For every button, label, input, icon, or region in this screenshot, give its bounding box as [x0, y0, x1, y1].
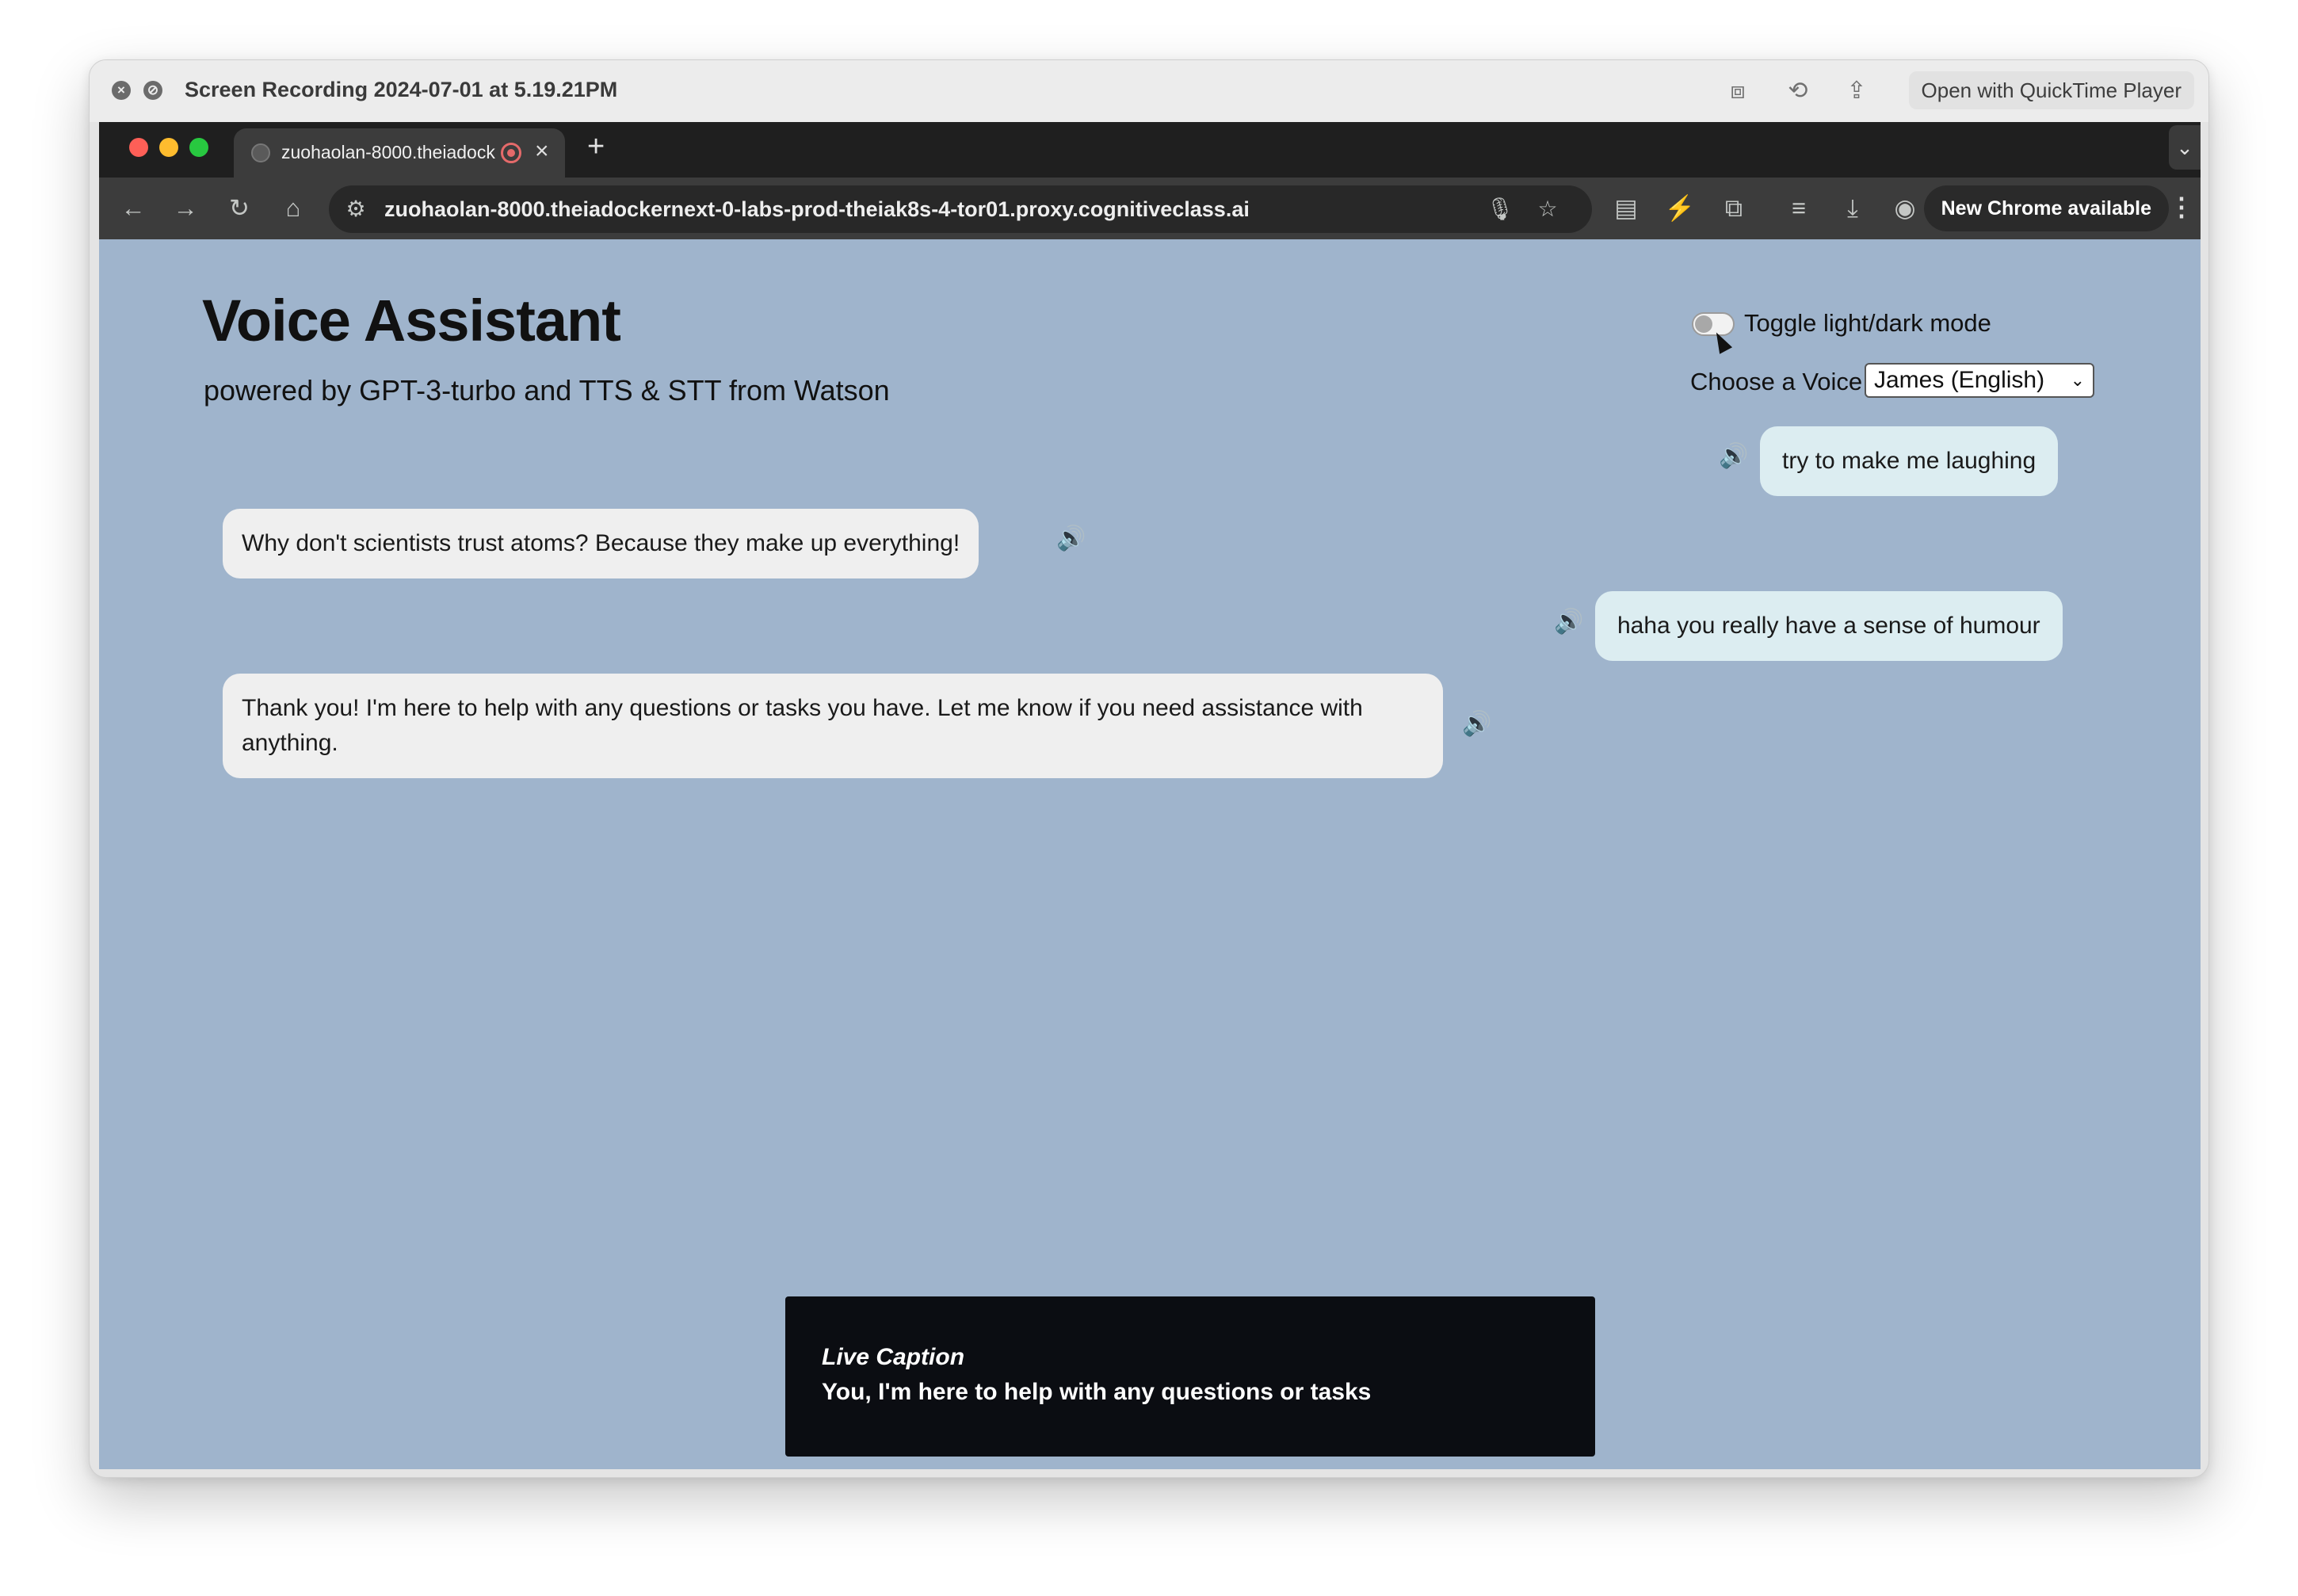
address-bar[interactable]: ⚙ zuohaolan-8000.theiadockernext-0-labs-… [329, 185, 1592, 233]
extensions-puzzle-icon[interactable]: ⧉ [1717, 192, 1750, 225]
live-caption-panel: Live Caption You, I'm here to help with … [785, 1296, 1595, 1457]
live-caption-title: Live Caption [822, 1344, 965, 1370]
voice-assistant-page: Voice Assistant powered by GPT-3-turbo a… [99, 239, 2201, 1469]
extension-icon[interactable]: ⚡ [1663, 192, 1697, 225]
new-tab-icon[interactable]: + [587, 130, 605, 164]
site-info-icon[interactable]: ⚙ [342, 195, 370, 223]
assistant-message: Thank you! I'm here to help with any que… [223, 674, 1443, 778]
browser-tab[interactable]: zuohaolan-8000.theiadockernext-0-labs-pr… [234, 128, 565, 178]
theme-toggle[interactable] [1692, 312, 1735, 336]
quicklook-titlebar: × ⊘ Screen Recording 2024-07-01 at 5.19.… [90, 60, 2208, 122]
speaker-icon[interactable]: 🔊 [1719, 442, 1748, 470]
forward-icon[interactable]: → [169, 192, 202, 225]
new-chrome-available-button[interactable]: New Chrome available [1923, 185, 2169, 231]
tab-strip: zuohaolan-8000.theiadockernext-0-labs-pr… [99, 122, 2201, 178]
fullscreen-icon[interactable]: ⊘ [143, 81, 162, 100]
rotate-icon[interactable]: ⟲ [1782, 76, 1814, 106]
media-controls-icon[interactable]: ≡ [1782, 192, 1815, 225]
toggle-knob [1695, 315, 1712, 333]
speaker-icon[interactable]: 🔊 [1554, 608, 1583, 636]
close-icon[interactable]: × [112, 81, 131, 100]
quicklook-window: × ⊘ Screen Recording 2024-07-01 at 5.19.… [89, 59, 2209, 1478]
window-zoom-icon[interactable] [189, 138, 208, 157]
page-subtitle: powered by GPT-3-turbo and TTS & STT fro… [204, 374, 890, 407]
recording-icon [501, 143, 521, 163]
reading-list-icon[interactable]: ▤ [1609, 192, 1643, 225]
user-message: haha you really have a sense of humour [1595, 591, 2063, 661]
voice-select-value: James (English) [1874, 367, 2045, 393]
window-minimize-icon[interactable] [159, 138, 178, 157]
download-icon[interactable]: ⤓ [1836, 192, 1869, 225]
chrome-menu-icon[interactable]: ⋮ [2169, 192, 2194, 222]
user-message: try to make me laughing [1760, 426, 2059, 496]
bookmark-star-icon[interactable]: ☆ [1533, 195, 1562, 223]
back-icon[interactable]: ← [116, 192, 150, 225]
favicon-icon [251, 143, 270, 162]
url-text[interactable]: zuohaolan-8000.theiadockernext-0-labs-pr… [384, 197, 1250, 222]
theme-toggle-label: Toggle light/dark mode [1744, 309, 1991, 337]
microphone-icon[interactable]: 🎙 [1486, 195, 1514, 223]
assistant-message: Why don't scientists trust atoms? Becaus… [223, 509, 979, 578]
browser-window: zuohaolan-8000.theiadockernext-0-labs-pr… [99, 122, 2201, 1469]
browser-toolbar: ← → ↻ ⌂ ⚙ zuohaolan-8000.theiadockernext… [99, 178, 2201, 239]
speaker-icon[interactable]: 🔊 [1056, 525, 1086, 552]
reload-icon[interactable]: ↻ [223, 192, 256, 225]
open-with-quicktime-button[interactable]: Open with QuickTime Player [1908, 71, 2194, 109]
page-title: Voice Assistant [202, 288, 621, 353]
window-close-icon[interactable] [129, 138, 148, 157]
speaker-icon[interactable]: 🔊 [1462, 710, 1491, 738]
tab-title: zuohaolan-8000.theiadockernext-0-labs-pr… [281, 142, 495, 162]
home-icon[interactable]: ⌂ [277, 192, 310, 225]
voice-select-label: Choose a Voice [1690, 368, 1863, 395]
profile-avatar-icon[interactable]: ◉ [1888, 192, 1922, 225]
tab-close-icon[interactable]: × [535, 138, 549, 165]
quicklook-title: Screen Recording 2024-07-01 at 5.19.21PM [185, 78, 618, 101]
live-caption-text: You, I'm here to help with any questions… [822, 1379, 1372, 1405]
chevron-down-icon: ⌄ [2070, 370, 2085, 390]
tab-search-icon[interactable]: ⌄ [2169, 125, 2201, 170]
voice-select[interactable]: James (English) ⌄ [1865, 363, 2094, 398]
trim-icon[interactable]: ⧈ [1722, 76, 1754, 106]
share-icon[interactable]: ⇪ [1841, 76, 1872, 106]
